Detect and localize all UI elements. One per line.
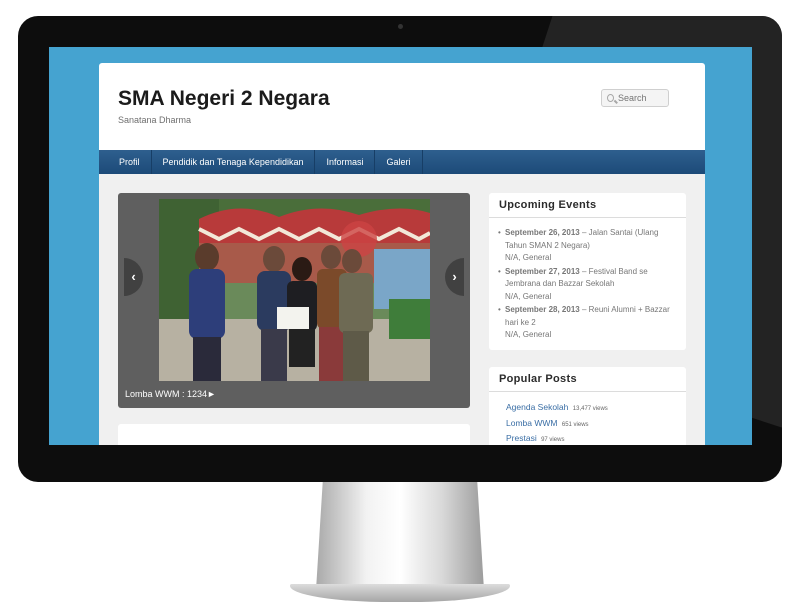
event-item[interactable]: September 27, 2013 – Festival Band se Je… (498, 266, 676, 304)
view-count: 13,477 views (572, 406, 608, 412)
popular-posts-widget: Popular Posts Agenda Sekolah 13,477 view… (489, 367, 686, 445)
content-area: ‹ › Lomba WWM : 1234► Upcoming Events Se… (99, 174, 705, 445)
site-tagline: Sanatana Dharma (118, 115, 192, 125)
nav-item-pendidik[interactable]: Pendidik dan Tenaga Kependidikan (152, 150, 316, 174)
webcam-dot (398, 24, 403, 29)
main-navbar: Profil Pendidik dan Tenaga Kependidikan … (99, 150, 705, 174)
post-card (118, 424, 470, 445)
slide-caption[interactable]: Lomba WWM : 1234► (125, 389, 216, 399)
popular-post-link[interactable]: Lomba WWM (506, 418, 557, 428)
view-count: 651 views (561, 421, 589, 428)
event-date: September 26, 2013 (505, 228, 580, 237)
nav-item-galeri[interactable]: Galeri (375, 150, 423, 174)
monitor-stand-base (290, 584, 510, 602)
search-input[interactable] (618, 93, 668, 103)
upcoming-events-widget: Upcoming Events September 26, 2013 – Jal… (489, 193, 686, 350)
event-meta: N/A, General (505, 330, 552, 339)
slide-photo-image (159, 199, 430, 381)
popular-item: Lomba WWM 651 views (506, 417, 674, 433)
image-slider: ‹ › Lomba WWM : 1234► (118, 193, 470, 408)
site-title[interactable]: SMA Negeri 2 Negara (118, 87, 330, 111)
slide-photo[interactable] (159, 199, 430, 381)
widget-title: Upcoming Events (489, 193, 686, 218)
event-item[interactable]: September 26, 2013 – Jalan Santai (Ulang… (498, 227, 676, 265)
view-count: 97 views (541, 437, 565, 443)
chevron-left-icon[interactable]: ‹ (124, 258, 143, 296)
event-date: September 28, 2013 (505, 305, 580, 314)
search-icon (607, 94, 614, 102)
popular-item: Agenda Sekolah 13,477 views (506, 401, 674, 417)
screen: SMA Negeri 2 Negara Sanatana Dharma Prof… (49, 47, 752, 445)
event-date: September 27, 2013 (505, 266, 580, 276)
monitor-frame: SMA Negeri 2 Negara Sanatana Dharma Prof… (18, 16, 782, 482)
events-list: September 26, 2013 – Jalan Santai (Ulang… (489, 218, 686, 342)
popular-post-link[interactable]: Agenda Sekolah (506, 402, 568, 412)
nav-item-profil[interactable]: Profil (99, 150, 152, 174)
nav-item-informasi[interactable]: Informasi (315, 150, 376, 174)
event-item[interactable]: September 28, 2013 – Reuni Alumni + Bazz… (498, 304, 676, 342)
event-meta: N/A, General (505, 253, 552, 262)
popular-item: Prestasi 97 views (506, 432, 674, 445)
chevron-right-icon[interactable]: › (445, 258, 464, 296)
popular-list: Agenda Sekolah 13,477 views Lomba WWM 65… (489, 392, 686, 445)
event-meta: N/A, General (505, 291, 552, 301)
popular-post-link[interactable]: Prestasi (506, 433, 537, 443)
search-box[interactable] (601, 89, 669, 107)
monitor-stand (316, 482, 484, 590)
widget-title: Popular Posts (489, 367, 686, 392)
website-page: SMA Negeri 2 Negara Sanatana Dharma Prof… (99, 63, 705, 445)
